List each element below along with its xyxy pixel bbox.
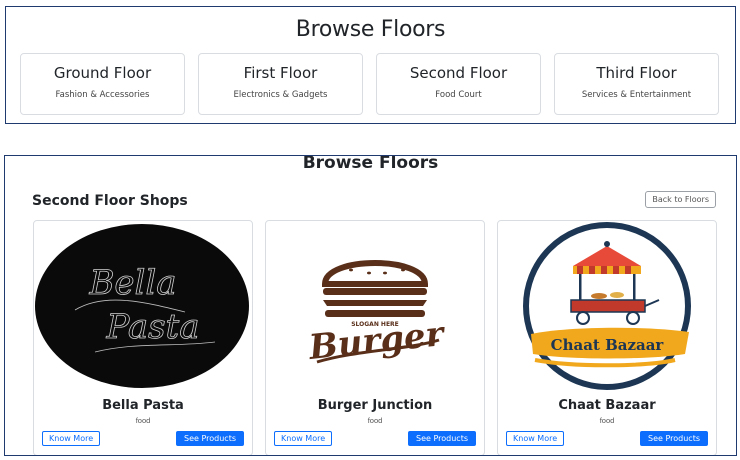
logo-text-bella: Bella	[88, 263, 176, 303]
shop-card-burger-junction: SLOGAN HERE Burger Burger Junction food …	[265, 220, 485, 455]
floor-description: Fashion & Accessories	[55, 90, 150, 100]
shop-category: food	[367, 416, 383, 425]
shop-name: Chaat Bazaar	[558, 398, 656, 413]
floors-panel: Browse Floors Ground Floor Fashion & Acc…	[5, 6, 736, 124]
logo-text-pasta: Pasta	[105, 307, 199, 347]
page-title: Browse Floors	[302, 155, 439, 173]
logo-text-chaat: Chaat Bazaar	[551, 336, 665, 354]
section-title: Second Floor Shops	[32, 193, 188, 209]
shops-panel: Browse Floors Second Floor Shops Back to…	[4, 155, 737, 456]
see-products-button[interactable]: See Products	[407, 431, 476, 446]
see-products-button[interactable]: See Products	[175, 431, 244, 446]
back-to-floors-button[interactable]: Back to Floors	[645, 191, 716, 208]
shop-category: food	[599, 416, 615, 425]
floor-description: Food Court	[435, 90, 482, 100]
floor-card-first[interactable]: First Floor Electronics & Gadgets	[198, 53, 363, 115]
see-products-button[interactable]: See Products	[639, 431, 708, 446]
floor-description: Services & Entertainment	[581, 90, 692, 100]
shop-card-bella-pasta: Bella Pasta Bella Pasta food Know More S…	[33, 220, 253, 455]
floor-name: First Floor	[243, 64, 318, 82]
shop-card-chaat-bazaar: Chaat Bazaar Chaat Bazaar food Know More…	[497, 220, 717, 455]
floor-card-third[interactable]: Third Floor Services & Entertainment	[554, 53, 719, 115]
floor-card-ground[interactable]: Ground Floor Fashion & Accessories	[20, 53, 185, 115]
shops-header: Second Floor Shops Back to Floors	[32, 191, 716, 213]
floor-name: Second Floor	[409, 64, 508, 82]
know-more-button[interactable]: Know More	[506, 431, 565, 446]
know-more-button[interactable]: Know More	[42, 431, 101, 446]
chaat-bazaar-logo: Chaat Bazaar	[499, 222, 715, 390]
floor-name: Third Floor	[596, 64, 677, 82]
shop-name: Bella Pasta	[102, 398, 184, 413]
floor-description: Electronics & Gadgets	[233, 90, 328, 100]
floor-name: Ground Floor	[53, 64, 152, 82]
shop-list: Bella Pasta Bella Pasta food Know More S…	[33, 220, 717, 455]
know-more-button[interactable]: Know More	[274, 431, 333, 446]
bella-pasta-logo: Bella Pasta	[35, 222, 251, 390]
shop-category: food	[135, 416, 151, 425]
burger-junction-logo: SLOGAN HERE Burger	[267, 222, 483, 390]
page-title: Browse Floors	[295, 17, 446, 42]
floor-card-second[interactable]: Second Floor Food Court	[376, 53, 541, 115]
floor-list: Ground Floor Fashion & Accessories First…	[20, 53, 719, 115]
shop-name: Burger Junction	[317, 398, 433, 413]
